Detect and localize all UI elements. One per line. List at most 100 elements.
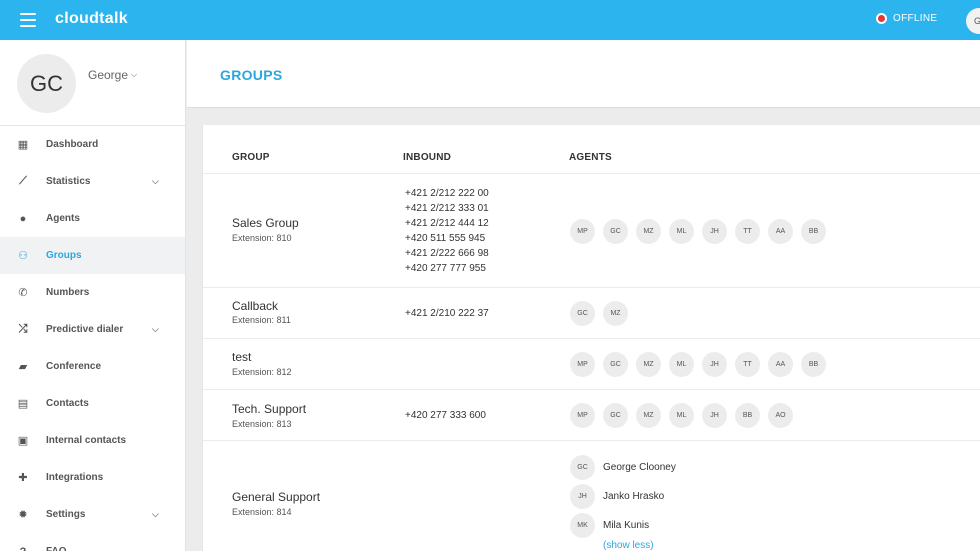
inbound-number: +420 511 555 945 — [405, 233, 486, 244]
agent-avatar[interactable]: ML — [669, 219, 694, 244]
group-extension: Extension: 810 — [232, 233, 292, 243]
status-indicator[interactable]: OFFLINE — [876, 13, 937, 24]
sidebar-item-label: Dashboard — [46, 139, 99, 150]
agent-avatar[interactable]: AA — [768, 219, 793, 244]
agent-avatar[interactable]: BB — [801, 219, 826, 244]
trending-icon: ⟋ — [19, 175, 27, 187]
agent-avatar[interactable]: BB — [801, 352, 826, 377]
profile-avatar: GC — [17, 54, 76, 113]
group-extension: Extension: 814 — [232, 507, 292, 517]
agent-name: Mila Kunis — [603, 520, 650, 531]
agent-avatar[interactable]: JH — [702, 403, 727, 428]
agent-list-item[interactable]: MK Mila Kunis — [570, 511, 676, 540]
help-icon: ? — [17, 546, 29, 551]
agent-avatar[interactable]: ML — [669, 352, 694, 377]
agent-avatar[interactable]: TT — [735, 219, 760, 244]
group-name: General Support — [232, 490, 321, 504]
chevron-down-icon: ⌵ — [152, 176, 159, 186]
agent-avatar: MK — [570, 513, 595, 538]
column-header-agents: AGENTS — [569, 152, 612, 163]
inbound-number: +421 2/222 666 98 — [405, 248, 489, 259]
agent-avatar[interactable]: ML — [669, 403, 694, 428]
agent-avatar[interactable]: GC — [603, 403, 628, 428]
top-bar: cloudtalk OFFLINE G — [0, 0, 980, 40]
agent-avatar[interactable]: GC — [603, 352, 628, 377]
sidebar-item-numbers[interactable]: ✆ Numbers — [0, 274, 185, 311]
status-label: OFFLINE — [893, 13, 938, 24]
sidebar-item-conference[interactable]: ▰ Conference — [0, 348, 185, 385]
agent-chips: MP GC MZ ML JH TT AA BB — [570, 352, 826, 377]
agent-avatar[interactable]: MZ — [636, 352, 661, 377]
agent-avatar[interactable]: MP — [570, 403, 595, 428]
table-row[interactable]: Tech. Support Extension: 813 +420 277 333 … — [203, 389, 980, 440]
contact-card-icon: ▣ — [17, 435, 29, 447]
sidebar-item-agents[interactable]: ● Agents — [0, 200, 185, 237]
show-less-link[interactable]: (show less) — [603, 540, 676, 551]
agent-avatar[interactable]: MZ — [636, 403, 661, 428]
profile-menu[interactable]: George ⌵ — [88, 68, 137, 82]
agent-avatar[interactable]: BB — [735, 403, 760, 428]
agent-list-item[interactable]: GC George Clooney — [570, 453, 676, 482]
sidebar-item-internal-contacts[interactable]: ▣ Internal contacts — [0, 422, 185, 459]
group-extension: Extension: 811 — [232, 315, 291, 325]
agent-chips: MP GC MZ ML JH TT AA BB — [570, 219, 826, 244]
chevron-down-icon: ⌵ — [131, 70, 138, 79]
agent-avatar[interactable]: TT — [735, 352, 760, 377]
agent-avatar[interactable]: JH — [702, 352, 727, 377]
sidebar-item-predictive-dialer[interactable]: ⤮ Predictive dialer ⌵ — [0, 311, 185, 348]
agent-avatar[interactable]: AO — [768, 403, 793, 428]
group-name: Sales Group — [232, 216, 299, 230]
group-name: Callback — [232, 299, 279, 313]
sidebar-item-groups[interactable]: ⚇ Groups — [0, 237, 185, 274]
sidebar-item-label: FAQ — [46, 546, 67, 551]
agent-avatar[interactable]: JH — [702, 219, 727, 244]
page-header: GROUPS — [187, 40, 980, 108]
menu-icon[interactable] — [20, 13, 36, 27]
profile-panel: GC George ⌵ — [0, 40, 185, 126]
table-row[interactable]: General Support Extension: 814 GC George Cl… — [203, 440, 980, 551]
sidebar-item-label: Settings — [46, 509, 86, 520]
agent-avatar[interactable]: MZ — [636, 219, 661, 244]
chat-icon: ▰ — [18, 361, 28, 373]
sidebar-item-dashboard[interactable]: ▦ Dashboard — [0, 126, 185, 163]
inbound-number: +421 2/212 222 00 — [405, 188, 489, 199]
agent-list: GC George Clooney JH Janko Hrasko MK Mila Kun… — [570, 453, 676, 551]
sidebar-item-faq[interactable]: ? FAQ — [0, 533, 185, 551]
inbound-number: +421 2/212 333 01 — [405, 203, 489, 214]
inbound-numbers: +420 277 333 600 — [405, 408, 486, 423]
inbound-number: +420 277 333 600 — [405, 410, 486, 421]
shuffle-icon: ⤮ — [18, 323, 28, 335]
agent-avatar[interactable]: GC — [570, 301, 595, 326]
group-extension: Extension: 813 — [232, 419, 292, 429]
inbound-numbers: +421 2/212 222 00 +421 2/212 333 01 +421 2… — [405, 186, 489, 276]
agent-avatar[interactable]: MZ — [603, 301, 628, 326]
sidebar-item-label: Numbers — [46, 287, 90, 298]
people-icon: ⚇ — [18, 250, 28, 262]
table-row[interactable]: Sales Group Extension: 810 +421 2/212 222 … — [203, 173, 980, 287]
agent-avatar[interactable]: GC — [603, 219, 628, 244]
sidebar-item-label: Contacts — [46, 398, 89, 409]
agent-avatar: GC — [570, 455, 595, 480]
agent-avatar[interactable]: AA — [768, 352, 793, 377]
status-dot-icon — [876, 13, 887, 24]
inbound-number: +421 2/210 222 37 — [405, 308, 489, 319]
groups-table: GROUP INBOUND AGENTS Sales Group Extensio… — [203, 125, 980, 551]
sidebar-item-label: Integrations — [46, 472, 104, 483]
app-logo[interactable]: cloudtalk — [55, 10, 128, 28]
column-header-group: GROUP — [232, 152, 270, 163]
agent-list-item[interactable]: JH Janko Hrasko — [570, 482, 676, 511]
sidebar-item-statistics[interactable]: ⟋ Statistics ⌵ — [0, 163, 185, 200]
table-row[interactable]: test Extension: 812 MP GC MZ ML JH TT AA BB — [203, 338, 980, 389]
sidebar-item-integrations[interactable]: ✚ Integrations — [0, 459, 185, 496]
agent-avatar[interactable]: MP — [570, 352, 595, 377]
agent-chips: GC MZ — [570, 301, 628, 326]
sidebar-item-contacts[interactable]: ▤ Contacts — [0, 385, 185, 422]
agent-avatar[interactable]: MP — [570, 219, 595, 244]
chevron-down-icon: ⌵ — [152, 509, 159, 519]
table-row[interactable]: Callback Extension: 811 +421 2/210 222 37 G… — [203, 287, 980, 338]
user-avatar[interactable]: G — [966, 8, 980, 34]
puzzle-icon: ✚ — [18, 472, 28, 484]
sidebar-item-label: Predictive dialer — [46, 324, 124, 335]
sidebar-item-settings[interactable]: ✹ Settings ⌵ — [0, 496, 185, 533]
column-header-inbound: INBOUND — [403, 152, 452, 163]
